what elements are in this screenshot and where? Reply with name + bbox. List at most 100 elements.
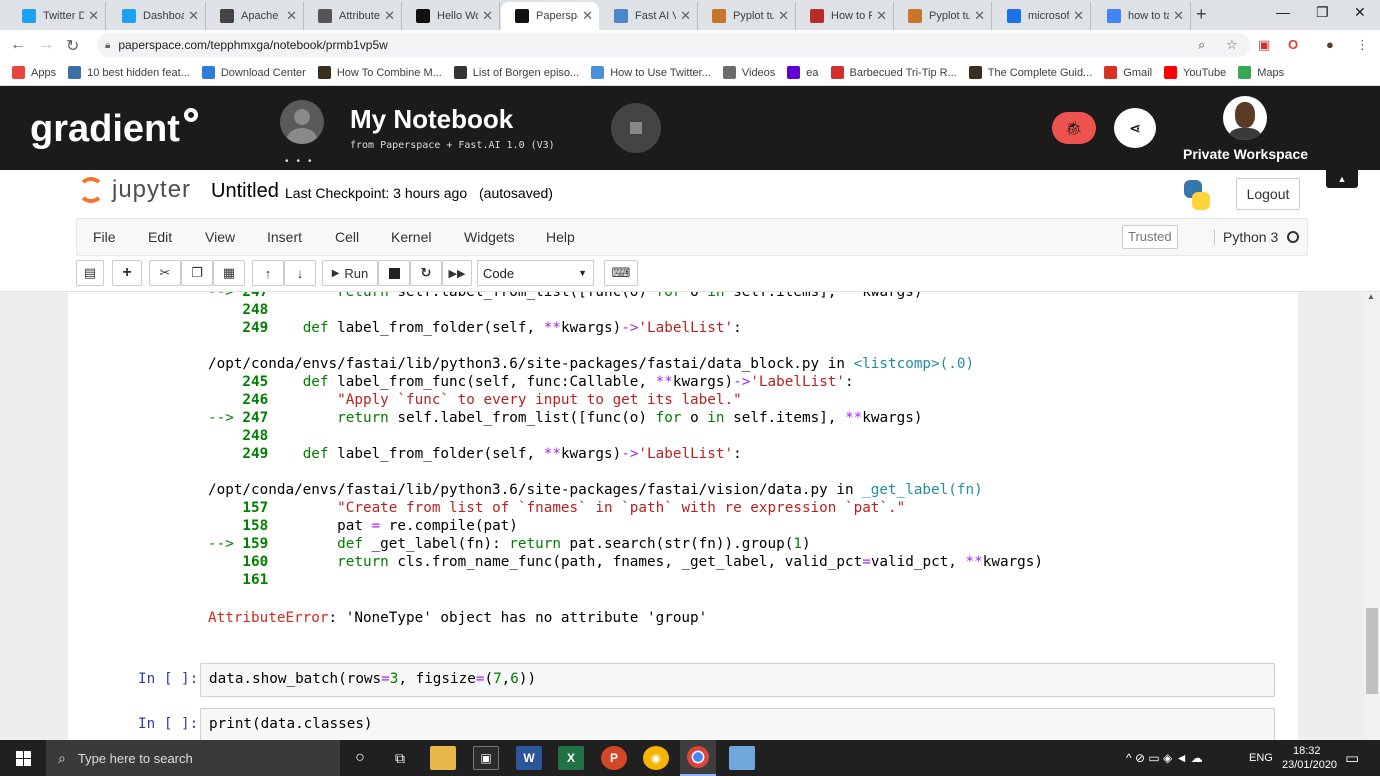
word-icon[interactable]: W <box>516 746 542 770</box>
url-bar[interactable]: 🔒︎ paperspace.com/tepphmxga/notebook/prm… <box>97 33 1251 57</box>
code-cell-input[interactable]: data.show_batch(rows=3, figsize=(7,6)) <box>200 663 1275 697</box>
reload-icon[interactable]: ↻ <box>66 36 79 56</box>
close-tab-icon[interactable]: ✕ <box>482 8 493 24</box>
logout-button[interactable]: Logout <box>1236 178 1300 210</box>
notebook-name[interactable]: Untitled <box>211 180 279 203</box>
bookmark-star-icon[interactable]: ☆ <box>1226 37 1238 53</box>
close-tab-icon[interactable]: ✕ <box>582 8 593 24</box>
menu-dots-icon[interactable]: ⋮ <box>1356 37 1369 53</box>
bookmark-item[interactable]: 10 best hidden feat... <box>68 66 190 79</box>
notification-icon[interactable]: ▭ <box>1345 749 1359 767</box>
menu-help[interactable]: Help <box>546 229 575 245</box>
gradient-logo[interactable]: gradient <box>30 108 198 151</box>
scroll-up-icon[interactable]: ▲ <box>1367 292 1375 301</box>
taskbar-search[interactable]: ⌕ Type here to search <box>46 740 340 776</box>
task-view-icon[interactable]: ⧉ <box>387 746 413 770</box>
menu-file[interactable]: File <box>93 229 116 245</box>
menu-widgets[interactable]: Widgets <box>464 229 515 245</box>
collapse-header-icon[interactable]: ▲ <box>1326 170 1358 188</box>
browser-tab[interactable]: Twitter Di✕ <box>8 2 106 30</box>
close-tab-icon[interactable]: ✕ <box>876 8 887 24</box>
notes-app-icon[interactable] <box>729 746 755 770</box>
bookmark-item[interactable]: Videos <box>722 66 775 79</box>
notebook-cells[interactable]: --> 247 return self.label_from_list([fun… <box>68 292 1298 740</box>
browser-tab[interactable]: Hello Wo ✕ <box>402 2 500 30</box>
restart-button[interactable]: ↻ <box>410 260 442 286</box>
browser-tab[interactable]: Pyplot tu ✕ <box>698 2 796 30</box>
close-tab-icon[interactable]: ✕ <box>286 8 297 24</box>
chrome-active-icon[interactable] <box>680 740 716 776</box>
scrollbar-thumb[interactable] <box>1366 608 1378 694</box>
bookmark-item[interactable]: How to Use Twitter... <box>591 66 711 79</box>
bookmark-item[interactable]: Gmail <box>1104 66 1152 79</box>
browser-tab[interactable]: Attribute ✕ <box>304 2 402 30</box>
new-tab-button[interactable]: + <box>1196 4 1207 25</box>
pdf-extension-icon[interactable]: ▣ <box>1258 37 1270 53</box>
page-scrollbar[interactable]: ▲ <box>1364 292 1380 740</box>
save-button[interactable]: ▤ <box>76 260 104 286</box>
chrome-icon[interactable]: ◉ <box>643 746 669 770</box>
stop-notebook-button[interactable] <box>611 103 661 153</box>
bookmark-item[interactable]: How To Combine M... <box>317 66 442 79</box>
back-icon[interactable]: ← <box>10 36 26 54</box>
move-up-button[interactable]: ↑ <box>252 260 284 286</box>
close-tab-icon[interactable]: ✕ <box>384 8 395 24</box>
bookmark-item[interactable]: Barbecued Tri-Tip R... <box>830 66 957 79</box>
browser-tab[interactable]: Dashboar✕ <box>108 2 206 30</box>
excel-icon[interactable]: X <box>558 746 584 770</box>
browser-tab[interactable]: Paperspa ✕ <box>501 2 599 30</box>
file-explorer-icon[interactable] <box>430 746 456 770</box>
bookmark-item[interactable]: ea <box>787 66 819 79</box>
menu-edit[interactable]: Edit <box>148 229 172 245</box>
command-palette-button[interactable]: ⌨ <box>604 260 638 286</box>
close-window-icon[interactable]: ✕ <box>1354 4 1366 21</box>
menu-view[interactable]: View <box>205 229 235 245</box>
more-dots-icon[interactable]: ••• <box>285 156 320 167</box>
menu-cell[interactable]: Cell <box>335 229 359 245</box>
language-indicator[interactable]: ENG <box>1249 752 1273 764</box>
clock-date[interactable]: 23/01/2020 <box>1282 759 1337 771</box>
zoom-icon[interactable]: ⌕ <box>1198 37 1205 53</box>
bookmark-item[interactable]: Apps <box>12 66 56 79</box>
insert-cell-button[interactable]: + <box>112 260 142 286</box>
paste-button[interactable]: ▦ <box>213 260 245 286</box>
close-tab-icon[interactable]: ✕ <box>680 8 691 24</box>
maximize-icon[interactable]: ❐ <box>1316 4 1329 21</box>
copy-button[interactable]: ❐ <box>181 260 213 286</box>
browser-tab[interactable]: how to ta ✕ <box>1093 2 1191 30</box>
minimize-icon[interactable]: — <box>1276 4 1290 20</box>
tray-icons[interactable]: ^ ⊘ ▭ ◈ ◄ ☁ <box>1126 751 1203 765</box>
browser-tab[interactable]: Fast AI Vi✕ <box>600 2 698 30</box>
bookmark-item[interactable]: Maps <box>1238 66 1284 79</box>
browser-tab[interactable]: microsoft ✕ <box>993 2 1091 30</box>
jupyter-logo[interactable]: jupyter <box>78 176 191 204</box>
close-tab-icon[interactable]: ✕ <box>1173 8 1184 24</box>
run-button[interactable]: ▶︎ Run <box>322 260 378 286</box>
interrupt-button[interactable] <box>378 260 410 286</box>
bookmark-item[interactable]: Download Center <box>201 66 306 79</box>
clock-time[interactable]: 18:32 <box>1293 745 1321 757</box>
start-button[interactable] <box>0 740 46 776</box>
browser-tab[interactable]: Apache S ✕ <box>206 2 304 30</box>
bookmark-item[interactable]: List of Borgen episo... <box>453 66 579 79</box>
close-tab-icon[interactable]: ✕ <box>974 8 985 24</box>
powerpoint-icon[interactable]: P <box>601 746 627 770</box>
menu-insert[interactable]: Insert <box>267 229 302 245</box>
opera-extension-icon[interactable]: O <box>1288 37 1298 52</box>
browser-tab[interactable]: Pyplot tu ✕ <box>894 2 992 30</box>
close-tab-icon[interactable]: ✕ <box>188 8 199 24</box>
code-cell-input[interactable]: print(data.classes) <box>200 708 1275 740</box>
browser-tab[interactable]: How to P ✕ <box>796 2 894 30</box>
close-tab-icon[interactable]: ✕ <box>88 8 99 24</box>
store-icon[interactable]: ▣ <box>473 746 499 770</box>
restart-run-all-button[interactable]: ▶▶ <box>442 260 472 286</box>
bookmark-item[interactable]: The Complete Guid... <box>968 66 1092 79</box>
trusted-badge[interactable]: Trusted <box>1122 225 1178 249</box>
forward-icon[interactable]: → <box>38 36 54 54</box>
close-tab-icon[interactable]: ✕ <box>1073 8 1084 24</box>
close-tab-icon[interactable]: ✕ <box>778 8 789 24</box>
kernel-name[interactable]: Python 3 <box>1214 229 1278 245</box>
menu-kernel[interactable]: Kernel <box>391 229 431 245</box>
cell-type-select[interactable]: Code ▼ <box>477 260 594 286</box>
cut-button[interactable]: ✂ <box>149 260 181 286</box>
